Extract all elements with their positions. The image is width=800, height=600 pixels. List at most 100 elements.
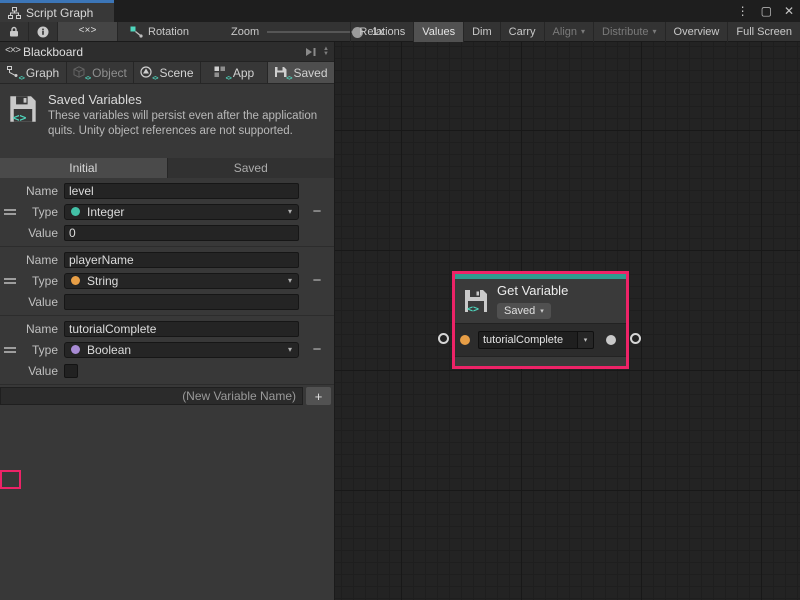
- close-icon[interactable]: ✕: [784, 4, 794, 18]
- dim-button[interactable]: Dim: [463, 22, 500, 42]
- subtab-initial[interactable]: Initial: [0, 158, 167, 178]
- carry-button[interactable]: Carry: [500, 22, 544, 42]
- distribute-dropdown[interactable]: Distribute ▾: [593, 22, 664, 42]
- rotation-control[interactable]: Rotation: [130, 22, 189, 41]
- chevron-down-icon: ▾: [653, 28, 657, 36]
- add-variable-button[interactable]: +: [306, 387, 331, 405]
- scene-icon: <>: [140, 66, 155, 79]
- value-label: Value: [20, 295, 64, 309]
- overview-button[interactable]: Overview: [665, 22, 728, 42]
- output-port[interactable]: [630, 333, 641, 344]
- blackboard-title: Blackboard: [23, 45, 83, 59]
- title-bar: Script Graph ⋮ ▢ ✕: [0, 0, 800, 22]
- drag-handle[interactable]: [4, 209, 16, 215]
- variable-kind-dropdown[interactable]: Saved ▾: [497, 303, 551, 319]
- type-color-dot: [71, 207, 80, 216]
- chevron-down-icon: ▾: [288, 346, 292, 354]
- variables-icon: <×>: [5, 46, 20, 57]
- floppy-disk-icon: <>: [463, 288, 489, 314]
- tab-app[interactable]: <> App: [201, 62, 267, 83]
- blackboard-header: <×> Blackboard ▲ ▼: [0, 42, 334, 62]
- variable-type-dropdown[interactable]: Integer ▾: [64, 204, 299, 220]
- tab-graph[interactable]: <> Graph: [0, 62, 66, 83]
- node-header[interactable]: <> Get Variable Saved ▾: [455, 279, 626, 323]
- tab-scene[interactable]: <> Scene: [134, 62, 200, 83]
- variable-name-input[interactable]: [64, 321, 299, 337]
- info-button[interactable]: [29, 22, 58, 41]
- name-input-port[interactable]: [460, 335, 470, 345]
- chevron-down-icon: ▾: [581, 28, 585, 36]
- variable-value-input[interactable]: [64, 294, 299, 310]
- value-output-port[interactable]: [606, 335, 616, 345]
- maximize-icon[interactable]: ▢: [761, 4, 772, 18]
- node-footer: [455, 356, 626, 366]
- tab-title: Script Graph: [26, 6, 93, 20]
- variables-list: Name Type Integer ▾ −: [0, 178, 334, 407]
- graph-canvas[interactable]: <> Get Variable Saved ▾ tutorialComplete: [335, 42, 800, 600]
- remove-variable-button[interactable]: −: [313, 342, 322, 357]
- fullscreen-button[interactable]: Full Screen: [727, 22, 800, 42]
- saved-icon: <>: [274, 66, 289, 79]
- type-label: Type: [20, 205, 64, 219]
- blackboard-tabs: <> Graph <> Object: [0, 62, 334, 84]
- name-label: Name: [20, 253, 64, 267]
- variable-name-dropdown[interactable]: ▾: [578, 331, 594, 349]
- align-dropdown[interactable]: Align ▾: [544, 22, 593, 42]
- chevron-down-icon: ▾: [288, 277, 292, 285]
- remove-variable-button[interactable]: −: [313, 273, 322, 288]
- svg-text:<>: <>: [13, 111, 27, 124]
- drag-handle[interactable]: [4, 347, 16, 353]
- code-preview-toggle[interactable]: <×>: [58, 22, 118, 41]
- name-label: Name: [20, 322, 64, 336]
- values-button[interactable]: Values: [413, 22, 463, 42]
- variable-value-input[interactable]: [64, 225, 299, 241]
- value-label: Value: [20, 364, 64, 378]
- unity-visual-scripting-window: Script Graph ⋮ ▢ ✕ <×>: [0, 0, 800, 600]
- value-label: Value: [20, 226, 64, 240]
- name-label: Name: [20, 184, 64, 198]
- window-controls: ⋮ ▢ ✕: [737, 0, 794, 22]
- subtab-saved[interactable]: Saved: [168, 158, 335, 178]
- relations-button[interactable]: Relations: [350, 22, 413, 42]
- saved-variables-description: These variables will persist even after …: [48, 109, 324, 139]
- get-variable-node[interactable]: <> Get Variable Saved ▾ tutorialComplete: [455, 274, 626, 366]
- variable-type-dropdown[interactable]: String ▾: [64, 273, 299, 289]
- window-menu-icon[interactable]: ⋮: [737, 4, 749, 18]
- chevron-down-icon: ▾: [288, 208, 292, 216]
- script-graph-icon: [8, 7, 21, 19]
- variable-scope-subtabs: Initial Saved: [0, 158, 334, 178]
- input-port[interactable]: [438, 333, 449, 344]
- spin-down-icon[interactable]: ▼: [323, 52, 329, 57]
- node-title: Get Variable: [497, 283, 568, 298]
- rotation-icon: [130, 26, 143, 38]
- drag-handle-highlight: [0, 470, 21, 489]
- lock-button[interactable]: [0, 22, 29, 41]
- variable-group-playername: Name Type String ▾ −: [0, 247, 334, 316]
- script-graph-tab[interactable]: Script Graph: [0, 0, 114, 22]
- dock-icon[interactable]: [305, 47, 317, 57]
- node-highlight: <> Get Variable Saved ▾ tutorialComplete: [452, 271, 629, 369]
- tab-saved[interactable]: <> Saved: [268, 62, 334, 83]
- saved-variables-info: <> Saved Variables These variables will …: [0, 84, 334, 158]
- remove-variable-button[interactable]: −: [313, 204, 322, 219]
- boolean-value-checkbox[interactable]: [64, 364, 78, 378]
- variable-type-dropdown[interactable]: Boolean ▾: [64, 342, 299, 358]
- zoom-label: Zoom: [231, 22, 259, 41]
- zoom-slider[interactable]: [267, 22, 359, 41]
- variable-name-field[interactable]: tutorialComplete: [478, 331, 578, 349]
- drag-handle[interactable]: [4, 278, 16, 284]
- zoom-slider-track[interactable]: [267, 31, 359, 33]
- blackboard-panel: <×> Blackboard ▲ ▼ <>: [0, 42, 335, 600]
- saved-variables-title: Saved Variables: [48, 92, 324, 107]
- tab-object[interactable]: <> Object: [67, 62, 133, 83]
- variable-name-input[interactable]: [64, 183, 299, 199]
- variable-group-level: Name Type Integer ▾ −: [0, 178, 334, 247]
- new-variable-input[interactable]: [0, 387, 303, 405]
- object-icon: <>: [73, 66, 88, 79]
- new-variable-row: +: [0, 385, 334, 407]
- graph-toolbar: <×> Rotation Zoom 1x Relations Values Di…: [0, 22, 800, 42]
- variable-name-input[interactable]: [64, 252, 299, 268]
- info-icon: [37, 26, 49, 38]
- type-label: Type: [20, 343, 64, 357]
- panel-spinner[interactable]: ▲ ▼: [323, 47, 329, 57]
